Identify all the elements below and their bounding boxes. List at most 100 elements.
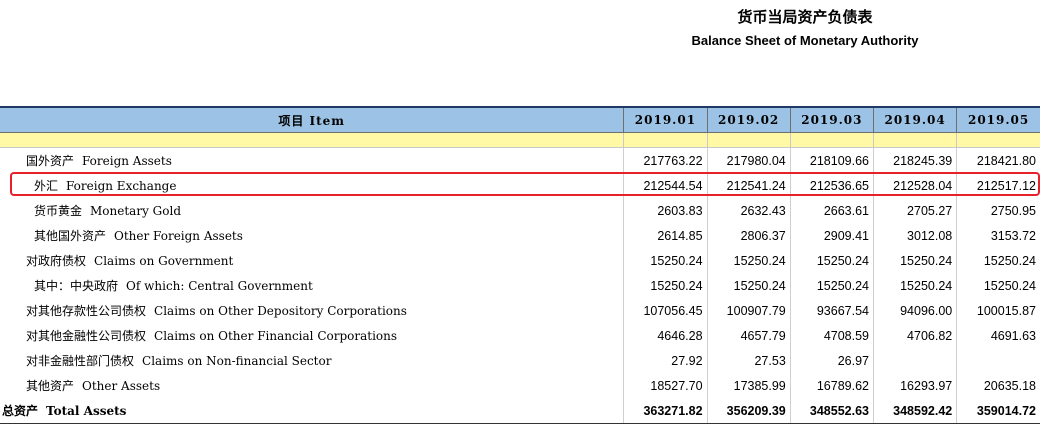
value-cell: 348592.42 xyxy=(872,398,957,424)
row-label-en: Claims on Government xyxy=(94,254,234,268)
value-cell: 16293.97 xyxy=(872,373,957,398)
row-label-en: Foreign Exchange xyxy=(66,179,177,193)
value-cell: 218245.39 xyxy=(872,147,957,173)
value-cell: 15250.24 xyxy=(956,248,1040,273)
row-label-zh: 对其他存款性公司债权 xyxy=(26,304,147,318)
table-row: 其他国外资产 Other Foreign Assets 2614.85 2806.37… xyxy=(0,223,1040,248)
value-cell: 218421.80 xyxy=(956,147,1040,173)
value-cell: 2614.85 xyxy=(623,223,708,248)
value-cell: 17385.99 xyxy=(706,373,791,398)
value-cell: 217980.04 xyxy=(706,147,791,173)
row-label: 对其他金融性公司债权 Claims on Other Financial Corp… xyxy=(0,323,624,348)
value-cell: 4657.79 xyxy=(706,323,791,348)
row-label-zh: 其他资产 xyxy=(26,379,75,393)
highlight-band xyxy=(0,132,1040,148)
value-cell: 15250.24 xyxy=(706,273,791,298)
row-label-zh: 其中：中央政府 xyxy=(34,279,119,293)
value-cell: 20635.18 xyxy=(956,373,1040,398)
table-row: 国外资产 Foreign Assets 217763.22 217980.04 2181… xyxy=(0,147,1040,174)
row-label: 其他国外资产 Other Foreign Assets xyxy=(0,223,624,248)
value-cell: 2806.37 xyxy=(706,223,791,248)
table-row: 其中：中央政府 Of which: Central Government 15250… xyxy=(0,273,1040,298)
value-cell: 94096.00 xyxy=(872,298,957,323)
row-label: 外汇 Foreign Exchange xyxy=(0,173,624,198)
row-label-zh: 其他国外资产 xyxy=(34,229,107,243)
row-label: 国外资产 Foreign Assets xyxy=(0,148,624,174)
period-header: 2019.04 xyxy=(872,106,957,133)
row-label-en: Foreign Assets xyxy=(82,154,172,168)
value-cell: 4708.59 xyxy=(789,323,874,348)
value-cell: 107056.45 xyxy=(623,298,708,323)
row-label-zh: 对非金融性部门债权 xyxy=(26,354,135,368)
value-cell: 359014.72 xyxy=(956,398,1040,424)
value-cell: 2750.95 xyxy=(956,198,1040,223)
value-cell: 3153.72 xyxy=(956,223,1040,248)
table-row: 其他资产 Other Assets 18527.70 17385.99 16789.62… xyxy=(0,373,1040,398)
value-cell: 15250.24 xyxy=(706,248,791,273)
value-cell: 217763.22 xyxy=(623,147,708,173)
value-cell: 3012.08 xyxy=(872,223,957,248)
value-cell: 4691.63 xyxy=(956,323,1040,348)
row-label-en: Claims on Non-financial Sector xyxy=(142,354,332,368)
value-cell: 212517.12 xyxy=(956,173,1040,198)
value-cell: 15250.24 xyxy=(623,248,708,273)
row-label-en: Claims on Other Financial Corporations xyxy=(154,329,398,343)
page-title-zh: 货币当局资产负债表 xyxy=(737,8,873,26)
row-label-zh: 对其他金融性公司债权 xyxy=(26,329,147,343)
value-cell: 348552.63 xyxy=(789,398,874,424)
row-label-en: Monetary Gold xyxy=(90,204,181,218)
period-header: 2019.05 xyxy=(956,106,1040,133)
value-cell: 26.97 xyxy=(789,348,874,373)
row-label: 对非金融性部门债权 Claims on Non-financial Sector xyxy=(0,348,624,373)
row-label-zh: 总资产 xyxy=(2,404,39,418)
value-cell: 363271.82 xyxy=(623,398,708,424)
value-cell: 212528.04 xyxy=(872,173,957,198)
header-row: 项目 Item 2019.01 2019.02 2019.03 2019.04 … xyxy=(0,106,1040,133)
value-cell: 212541.24 xyxy=(706,173,791,198)
value-cell: 18527.70 xyxy=(623,373,708,398)
value-cell: 356209.39 xyxy=(706,398,791,424)
total-row: 总资产 Total Assets 363271.82 356209.39 348552.… xyxy=(0,398,1040,424)
row-label: 总资产 Total Assets xyxy=(0,398,624,424)
table-row: 对其他存款性公司债权 Claims on Other Depository Cor… xyxy=(0,298,1040,323)
value-cell: 15250.24 xyxy=(872,248,957,273)
value-cell: 100015.87 xyxy=(956,298,1040,323)
row-label: 其中：中央政府 Of which: Central Government xyxy=(0,273,624,298)
row-label-zh: 对政府债权 xyxy=(26,254,87,268)
value-cell: 2632.43 xyxy=(706,198,791,223)
value-cell: 100907.79 xyxy=(706,298,791,323)
value-cell: 2909.41 xyxy=(789,223,874,248)
value-cell xyxy=(872,348,957,373)
value-cell: 15250.24 xyxy=(789,273,874,298)
row-label-en: Of which: Central Government xyxy=(126,279,313,293)
value-cell: 218109.66 xyxy=(789,147,874,173)
value-cell xyxy=(956,348,1040,373)
period-header: 2019.01 xyxy=(623,106,708,133)
value-cell: 93667.54 xyxy=(789,298,874,323)
value-cell: 212536.65 xyxy=(789,173,874,198)
value-cell: 4706.82 xyxy=(872,323,957,348)
value-cell: 2603.83 xyxy=(623,198,708,223)
value-cell: 2663.61 xyxy=(789,198,874,223)
table-row: 对政府债权 Claims on Government 15250.24 15250.2… xyxy=(0,248,1040,273)
value-cell: 2705.27 xyxy=(872,198,957,223)
value-cell: 15250.24 xyxy=(956,273,1040,298)
row-label: 其他资产 Other Assets xyxy=(0,373,624,398)
row-label-en: Claims on Other Depository Corporations xyxy=(154,304,407,318)
row-label: 货币黄金 Monetary Gold xyxy=(0,198,624,223)
table-row: 对其他金融性公司债权 Claims on Other Financial Corp… xyxy=(0,323,1040,348)
value-cell: 27.53 xyxy=(706,348,791,373)
value-cell: 212544.54 xyxy=(623,173,708,198)
row-label-en: Total Assets xyxy=(46,404,127,418)
row-label-zh: 货币黄金 xyxy=(34,204,83,218)
page-title-en: Balance Sheet of Monetary Authority xyxy=(691,33,919,48)
value-cell: 15250.24 xyxy=(623,273,708,298)
row-label: 对其他存款性公司债权 Claims on Other Depository Cor… xyxy=(0,298,624,323)
row-label-en: Other Foreign Assets xyxy=(114,229,243,243)
value-cell: 16789.62 xyxy=(789,373,874,398)
table-row: 外汇 Foreign Exchange 212544.54 212541.24 2125… xyxy=(0,173,1040,198)
value-cell: 15250.24 xyxy=(789,248,874,273)
value-cell: 15250.24 xyxy=(872,273,957,298)
row-label-zh: 外汇 xyxy=(34,179,59,193)
period-header: 2019.03 xyxy=(789,106,874,133)
